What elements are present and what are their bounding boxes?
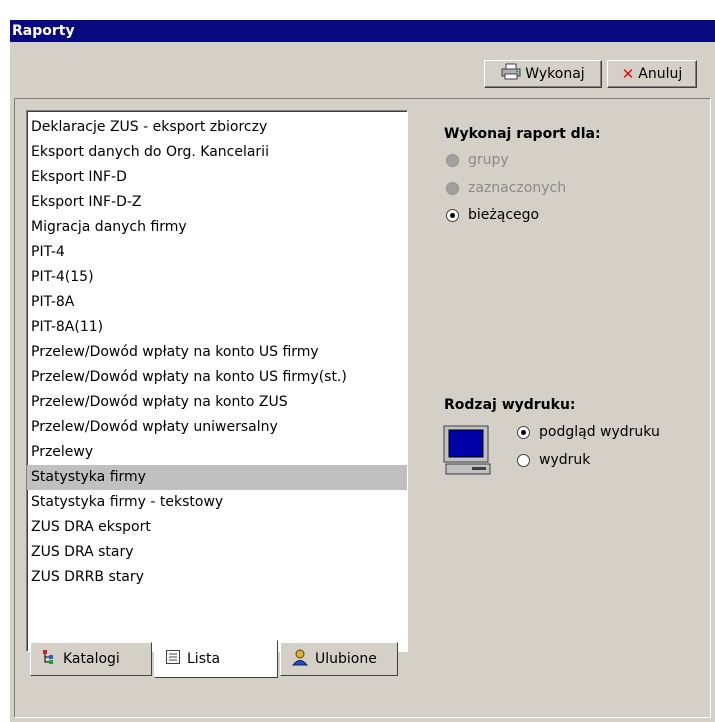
list-item[interactable]: Przelew/Dowód wpłaty na konto ZUS	[27, 390, 407, 415]
radio-scope-selected: zaznaczonych	[446, 180, 566, 196]
tree-icon	[41, 649, 57, 669]
radio-print-preview[interactable]: podgląd wydruku	[517, 424, 660, 440]
list-item[interactable]: PIT-8A(11)	[27, 315, 407, 340]
list-item[interactable]: ZUS DRA eksport	[27, 515, 407, 540]
list-item[interactable]: PIT-4(15)	[27, 265, 407, 290]
radio-button	[446, 181, 459, 195]
tab-lista-label: Lista	[187, 651, 221, 667]
favorites-icon	[291, 648, 309, 670]
tab-lista[interactable]: Lista	[154, 640, 278, 678]
radio-button[interactable]	[517, 453, 530, 467]
print-type-heading: Rodzaj wydruku:	[444, 397, 576, 413]
tab-ulubione[interactable]: Ulubione	[280, 642, 398, 676]
list-item[interactable]: Eksport INF-D	[27, 165, 407, 190]
list-item[interactable]: Eksport danych do Org. Kancelarii	[27, 140, 407, 165]
window-title: Raporty	[10, 20, 715, 42]
list-item[interactable]: Statystyka firmy - tekstowy	[27, 490, 407, 515]
radio-label: grupy	[468, 152, 509, 168]
close-icon: ✕	[621, 65, 635, 83]
scope-heading: Wykonaj raport dla:	[444, 126, 601, 142]
list-item-selected[interactable]: Statystyka firmy	[27, 465, 407, 490]
radio-label: podgląd wydruku	[539, 424, 660, 440]
list-item[interactable]: Przelew/Dowód wpłaty uniwersalny	[27, 415, 407, 440]
radio-label: zaznaczonych	[468, 180, 567, 196]
list-item[interactable]: Przelew/Dowód wpłaty na konto US firmy(s…	[27, 365, 407, 390]
radio-label: bieżącego	[468, 207, 540, 223]
reports-listbox[interactable]: Deklaracje ZUS - eksport zbiorczy Ekspor…	[26, 110, 408, 652]
printer-icon	[501, 63, 521, 85]
radio-scope-current[interactable]: bieżącego	[446, 207, 539, 223]
list-icon	[165, 649, 181, 669]
radio-print[interactable]: wydruk	[517, 452, 590, 468]
tab-ulubione-label: Ulubione	[315, 651, 377, 667]
radio-button[interactable]	[517, 425, 530, 439]
tab-katalogi-label: Katalogi	[63, 651, 120, 667]
monitor-icon	[442, 425, 494, 477]
execute-label: Wykonaj	[525, 66, 585, 82]
tab-katalogi[interactable]: Katalogi	[30, 642, 152, 676]
list-item[interactable]: PIT-4	[27, 240, 407, 265]
list-item[interactable]: Deklaracje ZUS - eksport zbiorczy	[27, 115, 407, 140]
execute-button[interactable]: Wykonaj	[484, 60, 602, 88]
list-item[interactable]: ZUS DRRB stary	[27, 565, 407, 590]
radio-button[interactable]	[446, 208, 459, 222]
list-item[interactable]: Przelew/Dowód wpłaty na konto US firmy	[27, 340, 407, 365]
list-item[interactable]: Eksport INF-D-Z	[27, 190, 407, 215]
cancel-label: Anuluj	[638, 66, 683, 82]
list-item[interactable]: Przelewy	[27, 440, 407, 465]
radio-button	[446, 153, 459, 167]
radio-label: wydruk	[539, 452, 591, 468]
radio-scope-group: grupy	[446, 152, 509, 168]
list-item[interactable]: ZUS DRA stary	[27, 540, 407, 565]
list-item[interactable]: Migracja danych firmy	[27, 215, 407, 240]
cancel-button[interactable]: ✕ Anuluj	[607, 60, 697, 88]
list-item[interactable]: PIT-8A	[27, 290, 407, 315]
